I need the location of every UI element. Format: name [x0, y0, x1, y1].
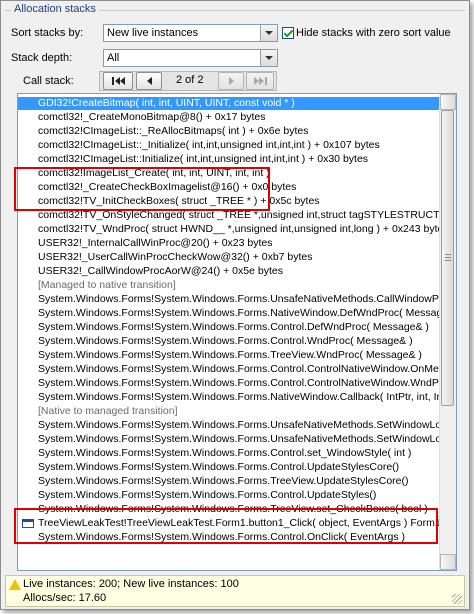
chevron-down-icon[interactable]	[260, 50, 277, 66]
stack-frame-row[interactable]: USER32!_InternalCallWinProc@20() + 0x23 …	[18, 237, 440, 250]
stack-frame-row[interactable]: System.Windows.Forms!System.Windows.Form…	[18, 307, 456, 320]
stack-frame-row[interactable]: System.Windows.Forms!System.Windows.Form…	[18, 419, 456, 432]
first-icon	[112, 77, 114, 85]
call-stack-pager: 2 of 2	[99, 71, 277, 91]
call-stack-list[interactable]: GDI32!CreateBitmap( int, int, UINT, UINT…	[17, 93, 457, 571]
scroll-down-button[interactable]	[440, 554, 456, 570]
stack-frame-row[interactable]: System.Windows.Forms!System.Windows.Form…	[18, 391, 456, 404]
transition-row[interactable]: [Native to managed transition]	[18, 405, 440, 418]
chevron-down-icon[interactable]	[260, 25, 277, 41]
status-bar: Live instances: 200; New live instances:…	[5, 575, 465, 607]
vertical-scrollbar[interactable]	[439, 94, 456, 570]
sort-value: New live instances	[107, 27, 199, 39]
scroll-up-button[interactable]	[440, 94, 456, 110]
next-icon	[229, 77, 234, 85]
prev-icon	[147, 77, 152, 85]
stack-frame-row[interactable]: System.Windows.Forms!System.Windows.Form…	[18, 433, 456, 446]
stack-frame-row[interactable]: comctl32!CImageList::_Initialize( int,in…	[18, 139, 440, 152]
stack-frame-row[interactable]: System.Windows.Forms!System.Windows.Form…	[18, 335, 440, 348]
highlight-box	[14, 167, 270, 211]
stack-frame-row[interactable]: System.Windows.Forms!System.Windows.Form…	[18, 447, 440, 460]
hide-zero-label: Hide stacks with zero sort value	[296, 27, 451, 39]
transition-row[interactable]: [Managed to native transition]	[18, 279, 440, 292]
sort-label: Sort stacks by:	[11, 27, 84, 39]
stack-frame-row[interactable]: System.Windows.Forms!System.Windows.Form…	[18, 377, 456, 390]
allocation-stacks-panel: Allocation stacks Sort stacks by: New li…	[0, 0, 470, 610]
stack-frame-row[interactable]: System.Windows.Forms!System.Windows.Form…	[18, 461, 440, 474]
stack-frame-row[interactable]: USER32!_UserCallWinProcCheckWow@32() + 0…	[18, 251, 440, 264]
scroll-thumb[interactable]	[441, 110, 454, 406]
page-indicator: 2 of 2	[176, 74, 204, 86]
status-allocs-rate: Allocs/sec: 17.60	[23, 592, 107, 604]
status-live-instances: Live instances: 200; New live instances:…	[23, 578, 239, 590]
stack-frame-row[interactable]: comctl32!CImageList::Initialize( int,int…	[18, 153, 440, 166]
last-icon	[259, 77, 264, 85]
depth-label: Stack depth:	[11, 52, 73, 64]
hide-zero-checkbox[interactable]	[282, 27, 294, 39]
highlight-box	[14, 508, 438, 544]
stack-frame-row[interactable]: System.Windows.Forms!System.Windows.Form…	[18, 363, 456, 376]
stack-frame-row[interactable]: System.Windows.Forms!System.Windows.Form…	[18, 293, 456, 306]
stack-frame-row[interactable]: System.Windows.Forms!System.Windows.Form…	[18, 475, 440, 488]
prev-page-button[interactable]	[136, 72, 162, 90]
stack-frame-row[interactable]: System.Windows.Forms!System.Windows.Form…	[18, 489, 440, 502]
sort-combobox[interactable]: New live instances	[103, 24, 278, 42]
stack-frame-row[interactable]: USER32!_CallWindowProcAorW@24() + 0x5e b…	[18, 265, 440, 278]
call-stack-label: Call stack:	[23, 75, 74, 87]
warning-icon	[9, 579, 21, 590]
last-page-button[interactable]	[246, 72, 274, 90]
depth-combobox[interactable]: All	[103, 49, 278, 67]
next-page-button[interactable]	[218, 72, 244, 90]
stack-frame-row[interactable]: comctl32!_CreateMonoBitmap@8() + 0x17 by…	[18, 111, 440, 124]
stack-frame-row[interactable]: comctl32!CImageList::_ReAllocBitmaps( in…	[18, 125, 440, 138]
resize-grip[interactable]	[452, 594, 462, 604]
first-page-button[interactable]	[103, 72, 133, 90]
stack-frame-row[interactable]: System.Windows.Forms!System.Windows.Form…	[18, 349, 440, 362]
stack-frame-row[interactable]: comctl32!TV_WndProc( struct HWND__ *,uns…	[18, 223, 449, 236]
group-title: Allocation stacks	[11, 3, 99, 15]
stack-frame-row[interactable]: GDI32!CreateBitmap( int, int, UINT, UINT…	[18, 97, 440, 110]
stack-frame-row[interactable]: System.Windows.Forms!System.Windows.Form…	[18, 321, 440, 334]
depth-value: All	[107, 52, 120, 64]
